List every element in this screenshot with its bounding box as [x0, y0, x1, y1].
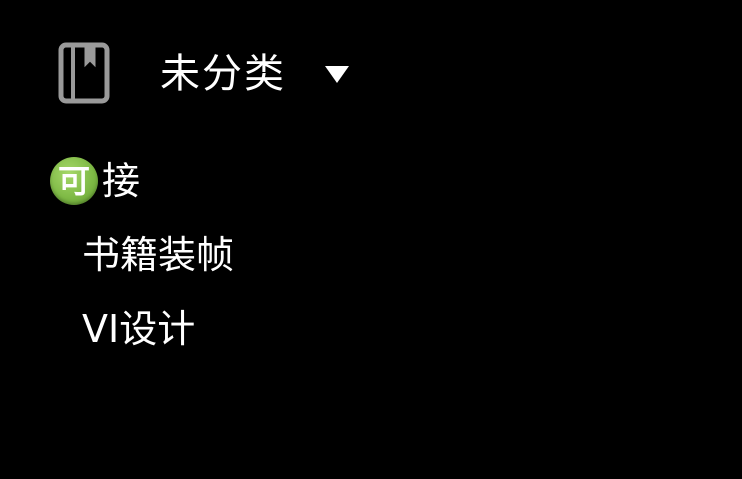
notebook-icon[interactable] [58, 42, 110, 104]
chevron-down-icon [325, 66, 349, 83]
tag-label: VI设计 [82, 307, 196, 351]
tag-item-book-design[interactable]: 书籍装帧 [50, 218, 710, 292]
tag-label: 接 [102, 159, 141, 203]
category-label: 未分类 [160, 51, 286, 97]
tag-list: 可 接 书籍装帧 VI设计 [50, 144, 710, 366]
tag-label: 书籍装帧 [82, 233, 235, 277]
header: 未分类 [0, 0, 742, 140]
ke-emoji-icon: 可 [50, 157, 98, 205]
tag-item-vi-design[interactable]: VI设计 [50, 292, 710, 366]
category-dropdown[interactable]: 未分类 [160, 44, 352, 104]
tag-item-ke-jie[interactable]: 可 接 [50, 144, 710, 218]
emoji-char: 可 [57, 162, 90, 200]
